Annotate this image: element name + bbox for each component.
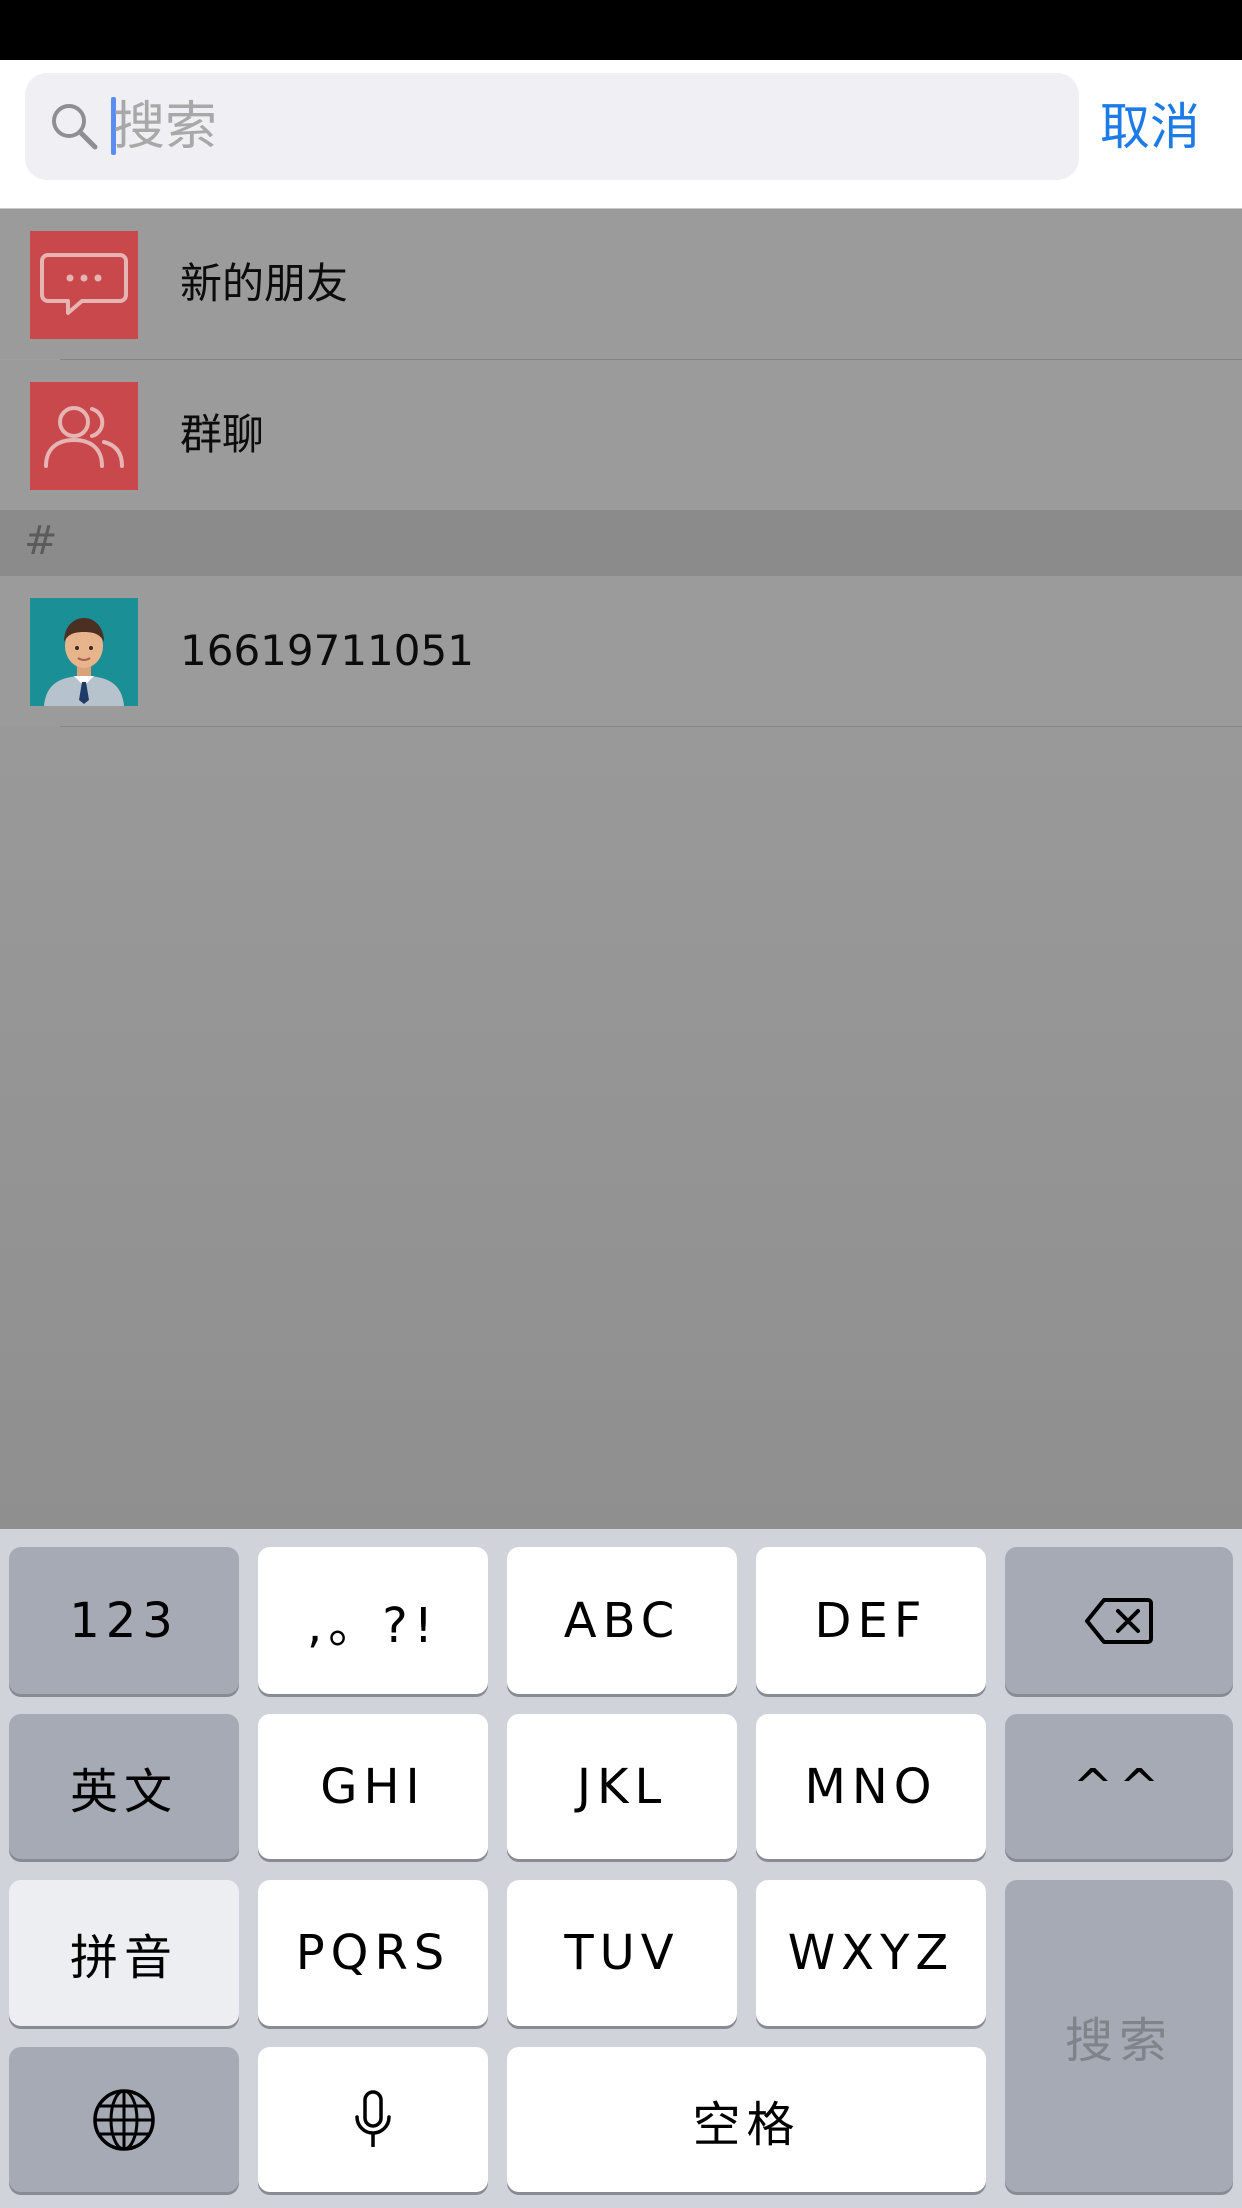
key-pqrs[interactable]: PQRS [258, 1880, 488, 2026]
list-item-label: 群聊 [180, 410, 265, 459]
key-emoticon[interactable]: ^^ [1005, 1714, 1233, 1859]
key-wxyz[interactable]: WXYZ [756, 1880, 986, 2026]
key-123[interactable]: 123 [9, 1547, 239, 1694]
list-item-new-friends[interactable]: 新的朋友 [0, 209, 1242, 359]
section-header: # [0, 510, 1242, 576]
globe-button[interactable] [9, 2047, 239, 2192]
search-box[interactable] [25, 73, 1079, 180]
search-icon [52, 104, 98, 150]
microphone-button[interactable] [258, 2047, 488, 2192]
keyboard: 123 ,。?! ABC DEF 英文 GHI JKL MNO ^^ 拼音 PQ… [0, 1529, 1242, 2208]
key-english[interactable]: 英文 [9, 1714, 239, 1859]
delete-icon [1085, 1597, 1153, 1644]
key-jkl[interactable]: JKL [507, 1714, 737, 1859]
group-icon [30, 382, 138, 490]
search-key[interactable]: 搜索 [1005, 1880, 1233, 2192]
contact-list: 新的朋友 群聊 # 16619711051 [0, 209, 1242, 1529]
microphone-icon [355, 2089, 391, 2147]
key-def[interactable]: DEF [756, 1547, 986, 1694]
avatar [30, 598, 138, 706]
list-item-label: 新的朋友 [180, 259, 349, 308]
space-key[interactable]: 空格 [507, 2047, 986, 2192]
key-mno[interactable]: MNO [756, 1714, 986, 1859]
cancel-button[interactable]: 取消 [1100, 87, 1200, 167]
list-item-group-chat[interactable]: 群聊 [0, 360, 1242, 510]
search-input[interactable] [113, 85, 1013, 169]
divider [60, 726, 1242, 727]
list-item-contact[interactable]: 16619711051 [0, 576, 1242, 726]
search-header: 取消 [0, 60, 1242, 209]
key-abc[interactable]: ABC [507, 1547, 737, 1694]
message-bubble-icon [30, 231, 138, 339]
key-pinyin[interactable]: 拼音 [9, 1880, 239, 2026]
key-tuv[interactable]: TUV [507, 1880, 737, 2026]
status-bar [0, 0, 1242, 60]
section-header-label: # [24, 518, 58, 564]
key-punctuation[interactable]: ,。?! [258, 1547, 488, 1694]
key-ghi[interactable]: GHI [258, 1714, 488, 1859]
globe-icon [93, 2088, 155, 2151]
list-item-label: 16619711051 [180, 626, 474, 675]
delete-button[interactable] [1005, 1547, 1233, 1694]
